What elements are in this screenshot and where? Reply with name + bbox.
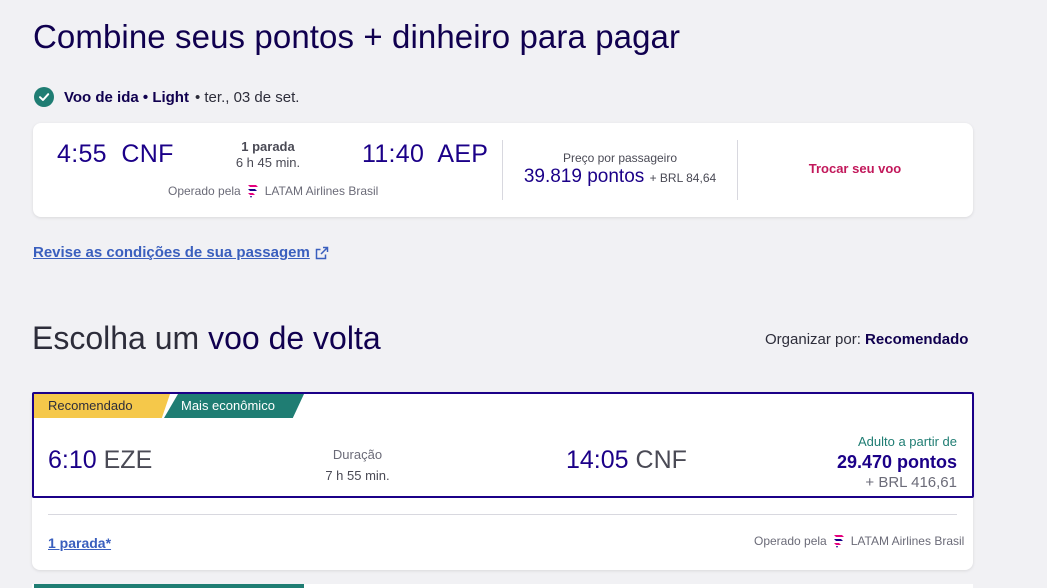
outbound-operated-by: Operado pela LATAM Airlines Brasil	[168, 183, 378, 199]
price-cash: + BRL 84,64	[649, 171, 717, 185]
next-flight-card-peek	[32, 584, 973, 588]
return-title-light: Escolha um	[32, 320, 200, 356]
price-value: 39.819 pontos + BRL 84,64	[503, 166, 737, 188]
outbound-arr-city: AEP	[437, 140, 489, 168]
sort-value: Recomendado	[865, 331, 969, 348]
external-link-icon	[315, 246, 329, 259]
airline-name: LATAM Airlines Brasil	[264, 184, 379, 198]
airline-name: LATAM Airlines Brasil	[850, 534, 965, 548]
review-conditions-link[interactable]: Revise as condições de sua passagem	[33, 244, 329, 261]
operated-label: Operado pela	[754, 534, 827, 548]
review-link-label: Revise as condições de sua passagem	[33, 244, 310, 261]
return-stops-link[interactable]: 1 parada*	[48, 535, 111, 551]
price-points: 39.819 pontos	[523, 166, 645, 187]
outbound-duration: 6 h 45 min.	[235, 155, 301, 170]
badge-recommended: Recomendado	[34, 394, 170, 418]
outbound-stops: 1 parada	[241, 139, 295, 154]
return-title-bold: voo de volta	[208, 320, 381, 356]
outbound-arrival: 11:40 AEP	[362, 140, 488, 169]
outbound-price: Preço por passageiro 39.819 pontos + BRL…	[503, 151, 737, 188]
outbound-departure: 4:55 CNF	[57, 140, 174, 169]
price-label: Preço por passageiro	[562, 151, 678, 165]
outbound-stops-info: 1 parada 6 h 45 min.	[228, 139, 308, 170]
return-dep-city: EZE	[103, 446, 153, 474]
outbound-label: Voo de ida • Light	[64, 88, 189, 106]
duration-value: 7 h 55 min.	[325, 468, 390, 483]
return-price: Adulto a partir de 29.470 pontos + BRL 4…	[837, 434, 957, 491]
return-price-points: 29.470 pontos	[836, 452, 957, 472]
page-title: Combine seus pontos + dinheiro para paga…	[33, 18, 681, 55]
outbound-date: • ter., 03 de set.	[194, 88, 300, 106]
return-arr-time: 14:05	[566, 446, 629, 474]
return-arr-city: CNF	[635, 446, 687, 474]
outbound-dep-time: 4:55	[57, 140, 107, 168]
return-dep-time: 6:10	[48, 446, 97, 474]
return-arrival: 14:05 CNF	[566, 446, 687, 475]
return-departure: 6:10 EZE	[48, 446, 152, 475]
latam-logo-icon	[833, 535, 844, 548]
return-price-cash: + BRL 416,61	[865, 474, 957, 491]
badge-economic: Mais econômico	[164, 394, 304, 418]
change-flight-button[interactable]: Trocar seu voo	[773, 161, 937, 176]
outbound-flight-card: 4:55 CNF 1 parada 6 h 45 min. 11:40 AEP …	[33, 123, 973, 217]
operated-label: Operado pela	[168, 184, 241, 198]
outbound-arr-time: 11:40	[362, 140, 425, 168]
outbound-header: Voo de ida • Light • ter., 03 de set.	[34, 87, 299, 107]
divider	[737, 140, 738, 200]
sort-label: Organizar por:	[765, 331, 861, 348]
divider	[48, 514, 957, 515]
latam-logo-icon	[247, 185, 258, 198]
outbound-dep-city: CNF	[121, 140, 174, 168]
sort-control[interactable]: Organizar por: Recomendado	[765, 331, 968, 348]
return-section-title: Escolha um voo de volta	[32, 320, 381, 357]
return-operated-by: Operado pela LATAM Airlines Brasil	[754, 533, 964, 549]
duration-label: Duração	[332, 447, 383, 462]
check-circle-icon	[34, 87, 54, 107]
return-price-label: Adulto a partir de	[857, 434, 957, 449]
return-duration-info: Duração 7 h 55 min.	[300, 447, 415, 483]
